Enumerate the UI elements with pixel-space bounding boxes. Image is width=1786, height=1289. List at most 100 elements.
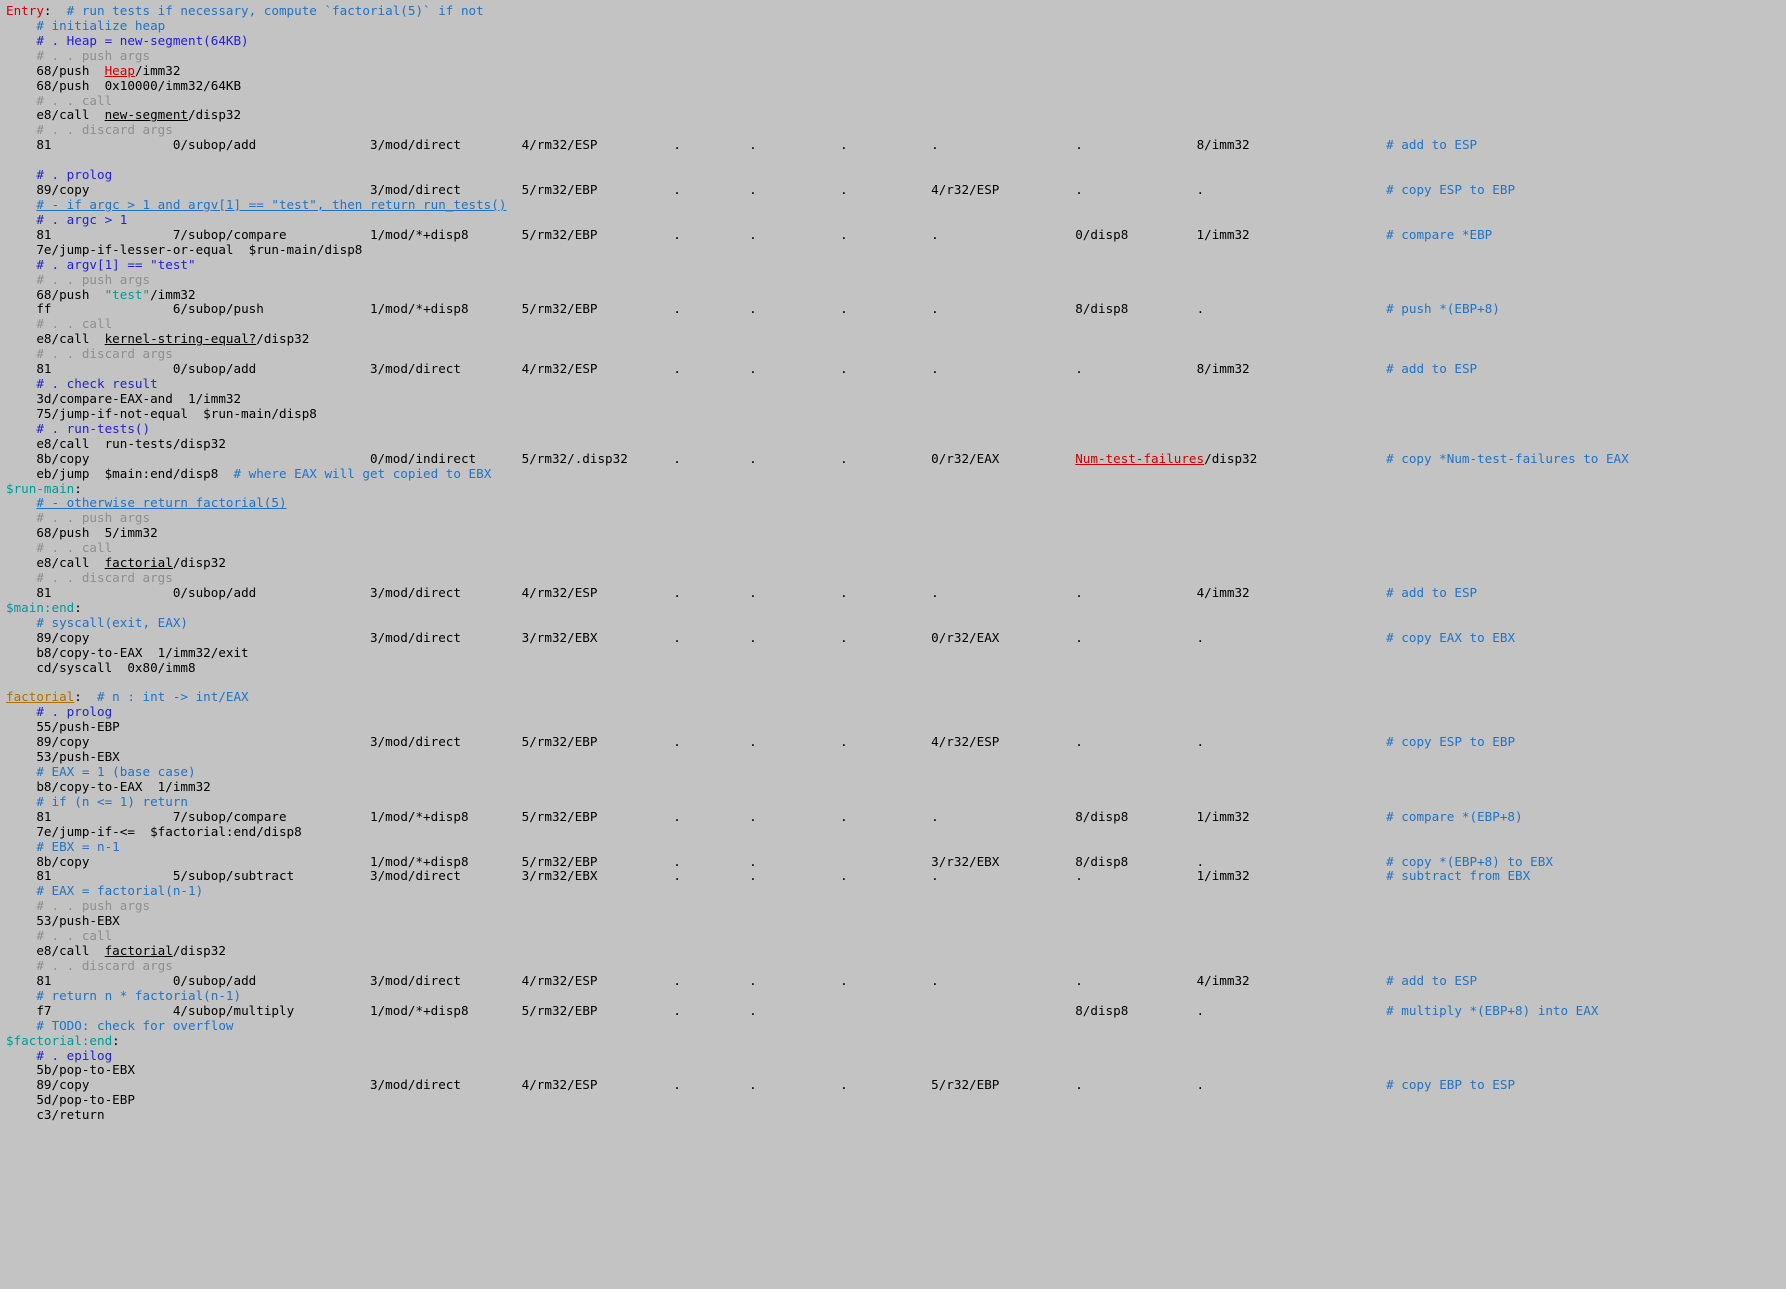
disp-field: 0/disp8 [1075, 226, 1129, 242]
code-line[interactable]: f7 4/subop/multiply 1/mod/*+disp8 5/rm32… [6, 1003, 1786, 1019]
code-listing[interactable]: Entry: # run tests if necessary, compute… [0, 0, 1786, 1123]
code-line[interactable]: # if (n <= 1) return [6, 794, 1786, 810]
code-line[interactable]: # . . push args [6, 48, 1786, 64]
code-line[interactable]: # EBX = n-1 [6, 839, 1786, 855]
code-line[interactable]: # . . push args [6, 898, 1786, 914]
code-line[interactable]: # - otherwise return factorial(5) [6, 495, 1786, 511]
code-line[interactable]: # . check result [6, 376, 1786, 392]
code-line[interactable]: # initialize heap [6, 18, 1786, 34]
code-line[interactable]: e8/call factorial/disp32 [6, 943, 1786, 959]
code-token: 68/push [36, 286, 105, 302]
code-line[interactable]: 3d/compare-EAX-and 1/imm32 [6, 391, 1786, 407]
code-line[interactable]: 7e/jump-if-lesser-or-equal $run-main/dis… [6, 242, 1786, 258]
code-line[interactable]: 55/push-EBP [6, 719, 1786, 735]
code-line[interactable]: # . . call [6, 540, 1786, 556]
code-line[interactable]: $main:end: [6, 599, 1786, 616]
code-line[interactable]: 81 0/subop/add 3/mod/direct 4/rm32/ESP .… [6, 137, 1786, 153]
code-line[interactable]: $run-main: [6, 481, 1786, 497]
code-line[interactable]: eb/jump $main:end/disp8 # where EAX will… [6, 466, 1786, 482]
code-line[interactable]: # . . call [6, 316, 1786, 332]
code-line[interactable]: # - if argc > 1 and argv[1] == "test", t… [6, 197, 1786, 213]
code-line[interactable]: # . . call [6, 928, 1786, 944]
code-line[interactable]: # . prolog [6, 704, 1786, 720]
code-line[interactable]: # . . discard args [6, 346, 1786, 362]
r32-field: 0/r32/EAX [931, 629, 1000, 645]
code-line[interactable]: 68/push "test"/imm32 [6, 286, 1786, 303]
code-line[interactable]: # return n * factorial(n-1) [6, 988, 1786, 1004]
code-line[interactable]: 81 0/subop/add 3/mod/direct 4/rm32/ESP .… [6, 585, 1786, 601]
code-line[interactable]: c3/return [6, 1107, 1786, 1123]
code-line[interactable]: # TODO: check for overflow [6, 1018, 1786, 1034]
code-line[interactable]: # . . call [6, 93, 1786, 109]
inline-comment: # copy EAX to EBX [1386, 629, 1516, 645]
code-line[interactable] [6, 675, 1786, 690]
code-line[interactable]: # . . push args [6, 510, 1786, 526]
code-line[interactable]: $factorial:end: [6, 1033, 1786, 1049]
code-line[interactable]: factorial: # n : int -> int/EAX [6, 689, 1786, 705]
code-line[interactable]: # . . push args [6, 272, 1786, 288]
code-line[interactable]: 68/push 5/imm32 [6, 525, 1786, 541]
code-line[interactable]: 8b/copy 0/mod/indirect 5/rm32/.disp32 . … [6, 451, 1786, 467]
code-line[interactable]: # . . discard args [6, 570, 1786, 586]
code-line[interactable]: Entry: # run tests if necessary, compute… [6, 3, 1786, 19]
code-line[interactable]: cd/syscall 0x80/imm8 [6, 660, 1786, 676]
code-line[interactable]: # . Heap = new-segment(64KB) [6, 33, 1786, 49]
code-line[interactable]: 81 0/subop/add 3/mod/direct 4/rm32/ESP .… [6, 361, 1786, 377]
code-line[interactable]: ff 6/subop/push 1/mod/*+disp8 5/rm32/EBP… [6, 301, 1786, 317]
code-line[interactable]: 81 7/subop/compare 1/mod/*+disp8 5/rm32/… [6, 808, 1786, 825]
code-token: # . argv[1] == "test" [36, 256, 196, 272]
code-line[interactable]: 81 0/subop/add 3/mod/direct 4/rm32/ESP .… [6, 973, 1786, 989]
mod-field: 1/mod/*+disp8 [369, 808, 469, 824]
code-line[interactable] [6, 153, 1786, 168]
code-line[interactable]: # syscall(exit, EAX) [6, 615, 1786, 631]
index-field: . [749, 868, 757, 884]
code-line[interactable]: 81 7/subop/compare 1/mod/*+disp8 5/rm32/… [6, 226, 1786, 243]
code-line[interactable]: 75/jump-if-not-equal $run-main/disp8 [6, 406, 1786, 422]
code-line[interactable]: 89/copy 3/mod/direct 5/rm32/EBP . . . 4/… [6, 734, 1786, 750]
code-line[interactable]: e8/call run-tests/disp32 [6, 435, 1786, 452]
code-line[interactable]: # . . discard args [6, 122, 1786, 138]
code-line[interactable]: 5d/pop-to-EBP [6, 1092, 1786, 1108]
code-line[interactable]: 53/push-EBX [6, 913, 1786, 929]
code-line[interactable]: # . argv[1] == "test" [6, 256, 1786, 273]
code-line[interactable]: # . argc > 1 [6, 212, 1786, 228]
code-line[interactable]: # . . discard args [6, 958, 1786, 974]
code-token: e8/call [36, 107, 105, 123]
code-token: 55/push-EBP [36, 719, 120, 735]
code-line[interactable]: 7e/jump-if-<= $factorial:end/disp8 [6, 824, 1786, 840]
code-line[interactable]: 68/push 0x10000/imm32/64KB [6, 78, 1786, 94]
code-line[interactable]: # EAX = 1 (base case) [6, 764, 1786, 780]
code-line[interactable]: 53/push-EBX [6, 749, 1786, 765]
code-line[interactable]: e8/call kernel-string-equal?/disp32 [6, 331, 1786, 347]
code-line[interactable]: # . run-tests() [6, 421, 1786, 437]
code-line[interactable]: b8/copy-to-EAX 1/imm32 [6, 779, 1786, 795]
code-line[interactable]: # EAX = factorial(n-1) [6, 883, 1786, 899]
code-line[interactable]: 68/push Heap/imm32 [6, 63, 1786, 79]
code-line[interactable]: 89/copy 3/mod/direct 4/rm32/ESP . . . 5/… [6, 1077, 1786, 1093]
code-line[interactable]: 89/copy 3/mod/direct 5/rm32/EBP . . . 4/… [6, 182, 1786, 198]
code-line[interactable]: e8/call factorial/disp32 [6, 555, 1786, 571]
code-token: $main:end [6, 599, 75, 615]
code-line[interactable]: b8/copy-to-EAX 1/imm32/exit [6, 645, 1786, 661]
code-line[interactable]: 89/copy 3/mod/direct 3/rm32/EBX . . . 0/… [6, 629, 1786, 646]
code-line[interactable]: 5b/pop-to-EBX [6, 1062, 1786, 1078]
code-line[interactable]: e8/call new-segment/disp32 [6, 107, 1786, 123]
code-line[interactable]: 81 5/subop/subtract 3/mod/direct 3/rm32/… [6, 869, 1786, 884]
code-line[interactable]: # . epilog [6, 1048, 1786, 1064]
code-token: e8/call run-tests/disp32 [36, 435, 226, 451]
code-line[interactable]: # . prolog [6, 167, 1786, 183]
scale-field: . [840, 361, 848, 377]
code-line[interactable]: 8b/copy 1/mod/*+disp8 5/rm32/EBP . . 3/r… [6, 854, 1786, 870]
